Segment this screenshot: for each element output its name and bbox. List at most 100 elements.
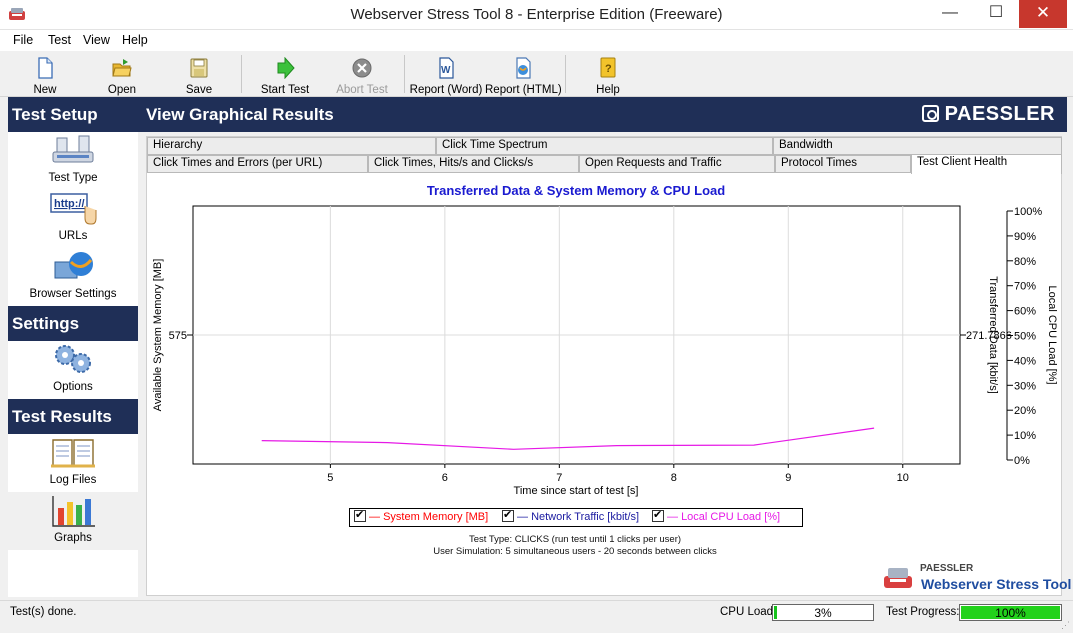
sidebar-item-options[interactable]: Options [8,341,138,399]
sidebar-item-label: Browser Settings [29,288,117,300]
title-bar: Webserver Stress Tool 8 - Enterprise Edi… [0,0,1073,30]
legend-checkbox[interactable] [502,508,514,522]
test-progress-bar: 100% [959,604,1062,621]
html-report-icon [516,57,531,79]
abort-test-button[interactable]: Abort Test [324,55,400,96]
svg-text:?: ? [605,63,612,75]
paessler-brand-text: PAESSLER [944,103,1055,125]
new-document-icon [38,57,53,79]
right2-axis-label: Local CPU Load [%] [1046,285,1058,384]
menu-test[interactable]: Test [48,33,71,47]
x-tick-label: 10 [897,472,909,484]
menu-file[interactable]: File [13,33,33,47]
legend-label: Local CPU Load [%] [681,511,781,523]
cpu-tick-label: 20% [1014,405,1036,417]
chart-title: Transferred Data & System Memory & CPU L… [427,183,725,198]
abort-test-label: Abort Test [336,84,388,96]
status-text: Test(s) done. [10,606,77,618]
toolbar: New Open Save Start Test Abort Test W Re… [0,51,1073,97]
browser-settings-icon [54,252,93,279]
log-files-icon [51,439,95,468]
open-button[interactable]: Open [84,55,160,96]
toolbar-separator [241,55,242,93]
cpu-tick-label: 90% [1014,231,1036,243]
section-test-setup: Test Setup [8,97,138,132]
x-tick-label: 5 [327,472,333,484]
legend-item-cpu-load[interactable]: — Local CPU Load [%] [652,508,781,523]
tab-hierarchy[interactable]: Hierarchy [147,137,436,155]
url-icon: http:// [50,193,97,225]
cpu-tick-label: 40% [1014,355,1036,367]
help-button[interactable]: ? Help [570,55,646,96]
open-label: Open [107,84,137,96]
brand-paessler-small: PAESSLER [920,563,974,574]
x-axis-label: Time since start of test [s] [514,485,639,497]
report-word-label: Report (Word) [409,84,483,96]
save-button[interactable]: Save [161,55,237,96]
cpu-tick-label: 80% [1014,256,1036,268]
legend-line-icon: — [517,511,532,523]
tab-bandwidth[interactable]: Bandwidth [773,137,1062,155]
cpu-tick-label: 50% [1014,331,1036,343]
sidebar-item-urls[interactable]: http:// URLs [8,190,138,248]
abort-icon [352,58,372,78]
brand-product-name: Webserver Stress Tool [921,576,1072,592]
close-button[interactable]: ✕ [1019,0,1067,28]
cpu-load-label: CPU Load: [720,606,777,618]
menu-view[interactable]: View [83,33,110,47]
sidebar-item-label: Test Type [48,172,98,184]
tab-click-time-spectrum[interactable]: Click Time Spectrum [436,137,773,155]
sidebar-item-browser-settings[interactable]: Browser Settings [8,248,138,306]
cpu-tick-label: 60% [1014,306,1036,318]
tab-protocol-times[interactable]: Protocol Times [775,155,911,173]
tab-test-client-health[interactable]: Test Client Health [911,154,1062,174]
report-html-label: Report (HTML) [485,84,562,96]
test-progress-value: 100% [995,606,1026,620]
section-test-results: Test Results [8,399,138,434]
view-header: View Graphical Results PAESSLER [138,97,1067,132]
test-progress-label: Test Progress: [886,606,960,618]
tab-open-requests[interactable]: Open Requests and Traffic [579,155,775,173]
test-type-info: Test Type: CLICKS (run test until 1 clic… [468,534,682,545]
tab-click-times-errors[interactable]: Click Times and Errors (per URL) [147,155,368,173]
minimize-button[interactable]: — [927,0,973,28]
resize-grip-icon[interactable]: ⋰ [1061,620,1070,631]
start-test-button[interactable]: Start Test [247,55,323,96]
cpu-load-value: 3% [814,606,832,620]
legend-checkbox[interactable] [652,508,664,522]
svg-text:W: W [441,65,451,76]
report-word-button[interactable]: W Report (Word) [408,55,484,96]
sidebar-item-label: Options [53,381,93,393]
paessler-mark-icon [921,105,939,122]
open-folder-icon [112,59,132,77]
client-health-chart: Transferred Data & System Memory & CPU L… [152,183,1058,497]
report-html-button[interactable]: Report (HTML) [485,55,562,96]
sidebar-item-test-type[interactable]: Test Type [8,132,138,190]
window-title: Webserver Stress Tool 8 - Enterprise Edi… [350,6,723,23]
cpu-load-bar: 3% [772,604,874,621]
graphs-icon [52,496,95,527]
legend-checkbox[interactable] [354,508,366,522]
help-book-icon: ? [600,57,616,78]
legend-item-system-memory[interactable]: — System Memory [MB] [354,508,488,523]
status-bar: Test(s) done. CPU Load: 3% Test Progress… [0,600,1073,633]
toolbar-separator [565,55,566,93]
sidebar-item-label: URLs [58,230,88,242]
menu-help[interactable]: Help [122,33,148,47]
stress-tool-logo-icon [884,568,912,588]
sidebar-item-log-files[interactable]: Log Files [8,434,138,492]
legend-item-network-traffic[interactable]: — Network Traffic [kbit/s] [502,508,639,523]
toolbar-separator [404,55,405,93]
section-settings: Settings [8,306,138,341]
sidebar-item-graphs[interactable]: Graphs [8,492,138,550]
left-axis-label: Available System Memory [MB] [152,259,164,412]
tab-click-times-hits[interactable]: Click Times, Hits/s and Clicks/s [368,155,579,173]
new-label: New [33,84,57,96]
start-arrow-icon [277,57,295,79]
cpu-tick-label: 10% [1014,430,1036,442]
help-label: Help [596,84,620,96]
maximize-button[interactable]: ☐ [973,0,1019,28]
x-tick-label: 9 [785,472,791,484]
cpu-tick-label: 70% [1014,281,1036,293]
new-button[interactable]: New [7,55,83,96]
